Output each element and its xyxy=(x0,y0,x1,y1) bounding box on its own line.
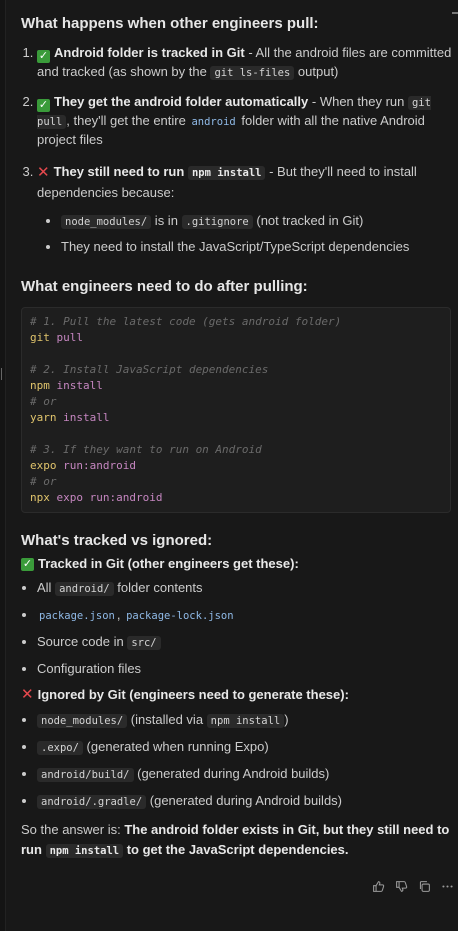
ignored-title: ✕ Ignored by Git (engineers need to gener… xyxy=(21,684,458,706)
code-comment: # 2. Install JavaScript dependencies xyxy=(30,362,269,376)
heading-pull: What happens when other engineers pull: xyxy=(21,15,319,32)
code-comment: # 1. Pull the latest code (gets android … xyxy=(30,314,342,328)
heading-tracked: What's tracked vs ignored: xyxy=(21,531,213,549)
list-item: They need to install the JavaScript/Type… xyxy=(61,238,458,257)
rail-marker xyxy=(1,368,5,380)
code-line: # or xyxy=(30,394,442,410)
check-icon: ✓ xyxy=(37,49,50,63)
pull-list: ✓Android folder is tracked in Git - All … xyxy=(21,44,458,258)
message-actions xyxy=(372,880,454,893)
ignored-list: node_modules/ (installed via npm install… xyxy=(21,710,458,812)
inline-code: android/ xyxy=(55,582,114,597)
code-line: expo run:android xyxy=(30,458,442,474)
code-argument: install xyxy=(56,410,110,424)
inline-code: node_modules/ xyxy=(61,214,152,229)
inline-code: npm install xyxy=(187,166,266,181)
code-block[interactable]: # 1. Pull the latest code (gets android … xyxy=(21,306,451,513)
code-line: yarn install xyxy=(30,410,442,426)
list-item: .expo/ (generated when running Expo) xyxy=(37,737,458,758)
inline-code-link[interactable]: android xyxy=(189,115,237,129)
code-line: # 1. Pull the latest code (gets android … xyxy=(30,314,442,330)
inline-code: .gitignore xyxy=(181,214,253,229)
code-line: git pull xyxy=(30,330,442,346)
code-argument: run:android xyxy=(56,458,136,472)
code-command: yarn xyxy=(30,410,57,424)
list-item: node_modules/ is in .gitignore (not trac… xyxy=(61,212,458,231)
inline-code: npm install xyxy=(45,844,124,859)
code-line: npm install xyxy=(30,378,442,394)
inline-code: node_modules/ xyxy=(37,713,128,728)
list-item: ✕They still need to run npm install - Bu… xyxy=(37,162,458,257)
inline-code-link[interactable]: package-lock.json xyxy=(124,609,235,623)
list-item: android/build/ (generated during Android… xyxy=(37,764,458,785)
tracked-list: All android/ folder contents package.jso… xyxy=(21,578,458,678)
heading-after-pull: What engineers need to do after pulling: xyxy=(21,278,308,296)
tracked-title: ✓ Tracked in Git (other engineers get the… xyxy=(21,556,299,572)
list-item: node_modules/ (installed via npm install… xyxy=(37,710,458,731)
left-rail xyxy=(0,0,6,931)
list-item: package.json, package-lock.json xyxy=(37,605,458,626)
code-argument: install xyxy=(49,378,103,392)
code-line: # 3. If they want to run on Android xyxy=(30,442,442,458)
inline-code: git ls-files xyxy=(210,65,295,80)
list-item: Source code in src/ xyxy=(37,632,458,653)
thumbs-up-icon[interactable] xyxy=(372,880,385,893)
code-comment: # 3. If they want to run on Android xyxy=(30,442,262,456)
inline-code-link[interactable]: package.json xyxy=(37,609,117,623)
list-item: Configuration files xyxy=(37,659,458,678)
code-comment: # or xyxy=(30,394,57,408)
answer-paragraph: So the answer is: The android folder exi… xyxy=(21,821,450,859)
code-command: expo xyxy=(30,458,57,472)
code-line: # or xyxy=(30,474,442,490)
list-item: All android/ folder contents xyxy=(37,578,458,599)
code-line: # 2. Install JavaScript dependencies xyxy=(30,362,442,378)
inline-code: .expo/ xyxy=(37,740,83,755)
code-line: npx expo run:android xyxy=(30,490,442,506)
copy-icon[interactable] xyxy=(418,880,431,893)
code-command: npx xyxy=(30,490,50,504)
code-command: npm xyxy=(30,378,50,392)
check-icon: ✓ xyxy=(21,558,34,572)
code-comment: # or xyxy=(30,474,57,488)
cross-icon: ✕ xyxy=(37,164,50,182)
list-item: android/.gradle/ (generated during Andro… xyxy=(37,791,458,812)
inline-code: src/ xyxy=(127,636,161,651)
thumbs-down-icon[interactable] xyxy=(395,880,408,893)
sub-list: node_modules/ is in .gitignore (not trac… xyxy=(37,212,458,258)
inline-code: android/build/ xyxy=(37,767,134,782)
list-item: ✓They get the android folder automatical… xyxy=(37,93,458,150)
inline-code: npm install xyxy=(206,713,285,728)
list-item: ✓Android folder is tracked in Git - All … xyxy=(37,44,458,82)
inline-code: android/.gradle/ xyxy=(37,794,147,809)
more-icon[interactable] xyxy=(441,880,454,893)
code-command: git xyxy=(30,330,50,344)
code-argument: expo run:android xyxy=(49,490,163,504)
code-argument: pull xyxy=(49,330,83,344)
check-icon: ✓ xyxy=(37,99,50,113)
cross-icon: ✕ xyxy=(21,686,34,704)
chat-message: What happens when other engineers pull: … xyxy=(21,14,458,860)
